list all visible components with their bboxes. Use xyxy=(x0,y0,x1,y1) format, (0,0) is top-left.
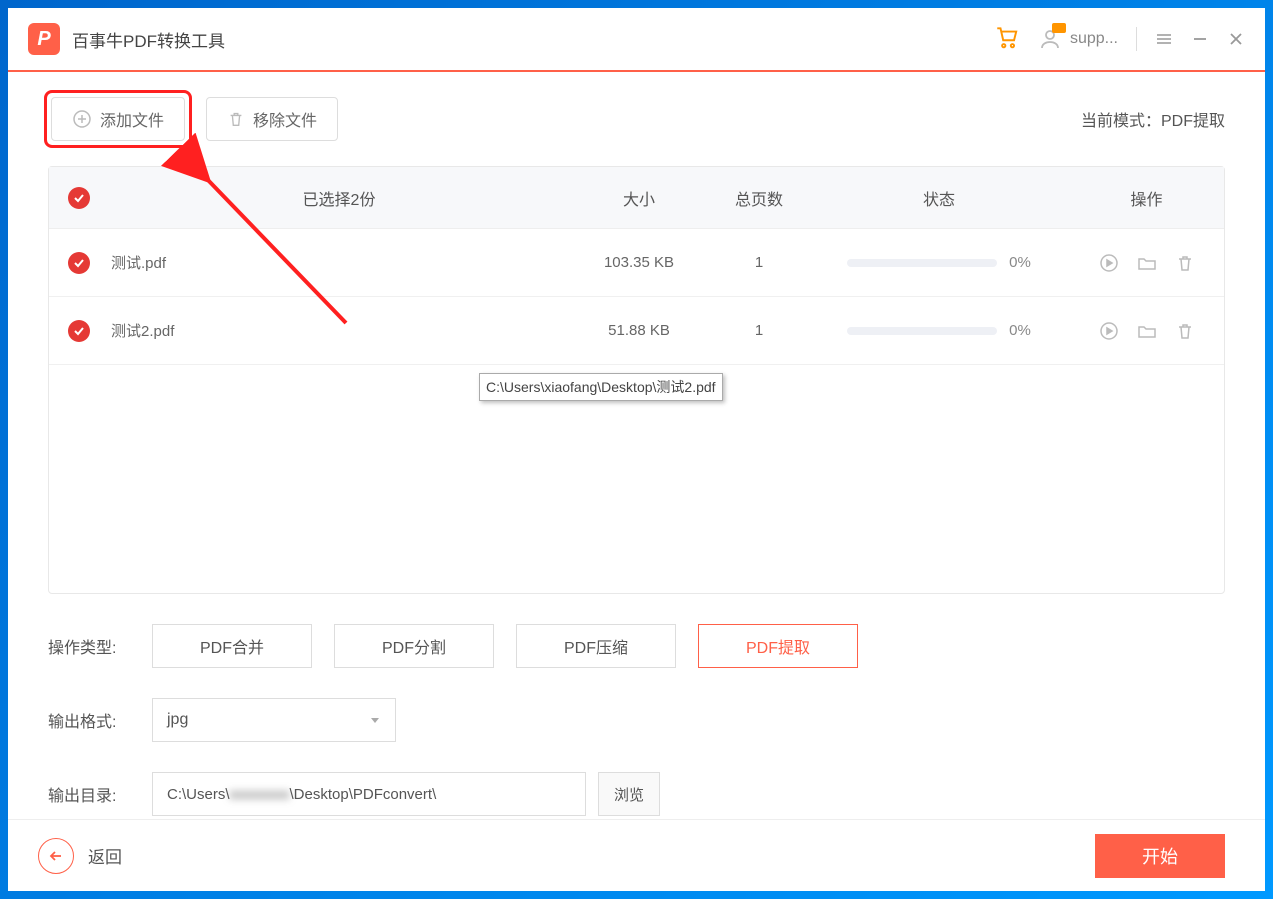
output-format-select[interactable]: jpg xyxy=(152,698,396,742)
output-dir-label: 输出目录: xyxy=(48,782,152,806)
file-pages: 1 xyxy=(709,322,809,339)
op-split-button[interactable]: PDF分割 xyxy=(334,624,494,668)
folder-icon[interactable] xyxy=(1137,253,1157,273)
close-icon[interactable] xyxy=(1227,30,1245,48)
play-icon[interactable] xyxy=(1099,321,1119,341)
row-checkbox[interactable] xyxy=(68,252,90,274)
progress-bar xyxy=(847,259,997,267)
header-size: 大小 xyxy=(569,186,709,210)
operation-type-row: 操作类型: PDF合并 PDF分割 PDF压缩 PDF提取 xyxy=(48,624,1225,668)
add-file-button[interactable]: 添加文件 xyxy=(51,97,185,141)
current-mode: 当前模式：PDF提取 xyxy=(1081,107,1225,131)
file-status: 0% xyxy=(809,322,1069,339)
header-actions: 操作 xyxy=(1069,186,1224,210)
select-all-checkbox[interactable] xyxy=(68,187,90,209)
op-compress-button[interactable]: PDF压缩 xyxy=(516,624,676,668)
table-row[interactable]: 测试2.pdf 51.88 KB 1 0% xyxy=(49,297,1224,365)
file-size: 103.35 KB xyxy=(569,254,709,271)
output-format-row: 输出格式: jpg xyxy=(48,698,1225,742)
file-status: 0% xyxy=(809,254,1069,271)
cart-icon[interactable] xyxy=(994,24,1020,55)
user-avatar-icon xyxy=(1038,27,1062,51)
highlight-annotation: 添加文件 xyxy=(44,90,192,148)
file-name: 测试2.pdf xyxy=(109,320,569,341)
toolbar: 添加文件 移除文件 当前模式：PDF提取 xyxy=(8,72,1265,166)
operation-type-label: 操作类型: xyxy=(48,634,152,658)
op-extract-button[interactable]: PDF提取 xyxy=(698,624,858,668)
app-logo: P xyxy=(28,23,60,55)
file-name: 测试.pdf xyxy=(109,252,569,273)
row-checkbox[interactable] xyxy=(68,320,90,342)
start-button[interactable]: 开始 xyxy=(1095,834,1225,878)
titlebar-actions: supp... xyxy=(994,24,1245,55)
options-panel: 操作类型: PDF合并 PDF分割 PDF压缩 PDF提取 输出格式: jpg … xyxy=(8,594,1265,846)
back-label: 返回 xyxy=(88,843,122,868)
file-path-tooltip: C:\Users\xiaofang\Desktop\测试2.pdf xyxy=(479,373,723,401)
add-file-label: 添加文件 xyxy=(100,107,164,131)
folder-icon[interactable] xyxy=(1137,321,1157,341)
footer: 返回 开始 xyxy=(8,819,1265,891)
table-row[interactable]: 测试.pdf 103.35 KB 1 0% xyxy=(49,229,1224,297)
user-account[interactable]: supp... xyxy=(1038,27,1118,51)
user-name: supp... xyxy=(1070,30,1118,48)
header-pages: 总页数 xyxy=(709,186,809,210)
vip-badge-icon xyxy=(1052,23,1066,33)
window-controls xyxy=(1155,30,1245,48)
table-header: 已选择2份 大小 总页数 状态 操作 xyxy=(49,167,1224,229)
progress-bar xyxy=(847,327,997,335)
titlebar: P 百事牛PDF转换工具 supp... xyxy=(8,8,1265,72)
trash-icon[interactable] xyxy=(1175,321,1195,341)
app-title: 百事牛PDF转换工具 xyxy=(72,27,994,52)
play-icon[interactable] xyxy=(1099,253,1119,273)
op-merge-button[interactable]: PDF合并 xyxy=(152,624,312,668)
file-size: 51.88 KB xyxy=(569,322,709,339)
back-button[interactable]: 返回 xyxy=(38,838,122,874)
header-selected: 已选择2份 xyxy=(109,186,569,210)
remove-file-label: 移除文件 xyxy=(253,107,317,131)
plus-circle-icon xyxy=(72,109,92,129)
app-window: P 百事牛PDF转换工具 supp... xyxy=(8,8,1265,891)
trash-icon xyxy=(227,110,245,128)
minimize-icon[interactable] xyxy=(1191,30,1209,48)
browse-button[interactable]: 浏览 xyxy=(598,772,660,816)
back-arrow-icon xyxy=(38,838,74,874)
format-value: jpg xyxy=(167,711,188,729)
file-table: 已选择2份 大小 总页数 状态 操作 测试.pdf 103.35 KB 1 0%… xyxy=(48,166,1225,594)
output-dir-row: 输出目录: C:\Users\xxxxxxxx\Desktop\PDFconve… xyxy=(48,772,1225,816)
remove-file-button[interactable]: 移除文件 xyxy=(206,97,338,141)
trash-icon[interactable] xyxy=(1175,253,1195,273)
menu-icon[interactable] xyxy=(1155,30,1173,48)
divider xyxy=(1136,27,1137,51)
output-dir-input[interactable]: C:\Users\xxxxxxxx\Desktop\PDFconvert\ xyxy=(152,772,586,816)
header-status: 状态 xyxy=(809,186,1069,210)
file-pages: 1 xyxy=(709,254,809,271)
output-format-label: 输出格式: xyxy=(48,708,152,732)
chevron-down-icon xyxy=(369,714,381,726)
